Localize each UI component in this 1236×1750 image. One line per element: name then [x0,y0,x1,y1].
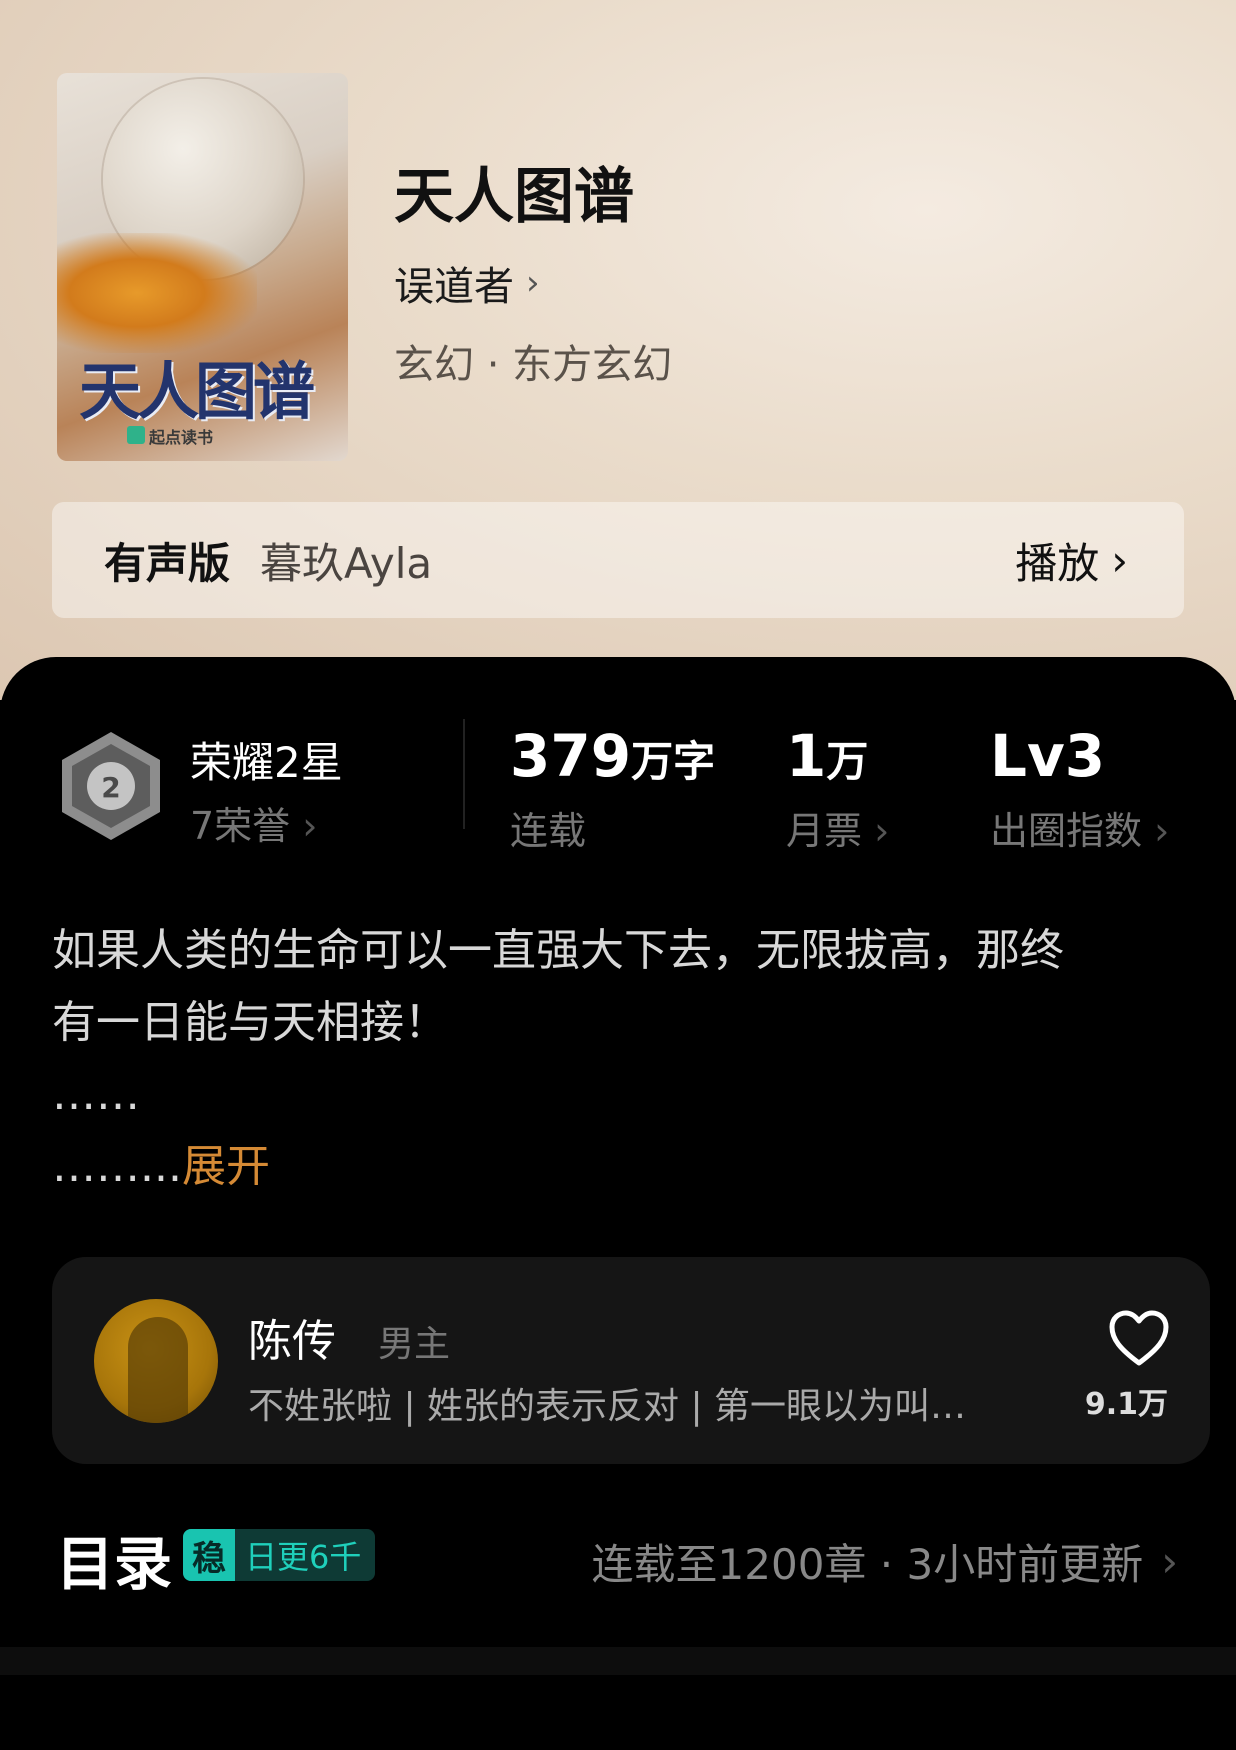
heart-icon[interactable] [1108,1309,1170,1369]
monthly-tickets-unit: 万 [826,737,869,786]
chevron-right-icon: › [862,809,890,853]
book-cover[interactable]: 天人图谱 起点读书 [57,73,348,461]
book-header: 天人图谱 起点读书 天人图谱 误道者 › 玄幻 · 东方玄幻 有声版 暮玖Ayl… [0,0,1236,700]
synopsis[interactable]: 如果人类的生命可以一直强大下去，无限拔高，那终 有一日能与天相接！ …… …….… [52,915,1192,1203]
monthly-tickets-stat[interactable]: 1万 月票 › [786,722,889,855]
table-of-contents-row[interactable]: 目录 稳 日更6千 连载至1200章 · 3小时前更新 › [0,1517,1236,1627]
popularity-index-value: Lv3 [990,722,1106,790]
character-role: 男主 [378,1324,451,1365]
honor-title: 荣耀2星 [190,738,343,787]
book-details-panel: 2 荣耀2星 7荣誉 › 379万字 连载 1万 月票 › Lv3 出圈指数 ›… [0,657,1236,1750]
cover-publisher: 起点读书 [149,428,214,447]
update-badge: 稳 日更6千 [183,1529,376,1581]
author-link[interactable]: 误道者 › [394,254,540,312]
synopsis-line: …… [52,1069,140,1120]
publisher-logo-icon [127,426,145,444]
character-silhouette [128,1317,188,1423]
chevron-right-icon: › [526,263,540,303]
character-description: 不姓张啦 | 姓张的表示反对 | 第一眼以为叫… [248,1386,967,1427]
honor-link[interactable]: 7荣誉 › [190,795,317,850]
chevron-right-icon: › [1161,1537,1178,1586]
synopsis-line: 如果人类的生命可以一直强大下去，无限拔高，那终 [52,925,1064,976]
play-label: 播放 [1015,538,1100,588]
update-badge-text: 日更6千 [245,1538,362,1576]
popularity-index-label: 出圈指数 [990,809,1143,853]
svg-text:2: 2 [101,771,120,804]
section-divider [0,1647,1236,1675]
cover-fire-art [57,233,257,353]
word-count-stat: 379万字 连载 [510,722,715,855]
monthly-tickets-value: 1 [786,722,827,790]
audio-version-bar[interactable]: 有声版 暮玖Ayla 播放 › [52,502,1184,618]
author-name: 误道者 [394,264,514,310]
character-card[interactable]: 陈传 男主 不姓张啦 | 姓张的表示反对 | 第一眼以为叫… 9.1万 [52,1257,1210,1464]
chevron-right-icon: › [1142,809,1170,853]
synopsis-line: ……... [52,1141,182,1192]
character-avatar [94,1299,218,1423]
book-category: 玄幻 · 东方玄幻 [394,342,673,388]
honor-count: 7荣誉 [190,804,291,848]
chevron-right-icon: › [1111,535,1128,585]
word-count-unit: 万字 [631,737,716,786]
stable-update-icon: 稳 [183,1529,235,1581]
popularity-index-stat[interactable]: Lv3 出圈指数 › [990,722,1169,855]
toc-status: 连载至1200章 · 3小时前更新 [591,1540,1144,1589]
synopsis-line: 有一日能与天相接！ [52,997,448,1048]
honor-badge-icon: 2 [62,732,160,840]
audio-narrator: 暮玖Ayla [260,538,433,588]
monthly-tickets-label: 月票 [786,809,863,853]
stats-divider [463,719,465,829]
word-count-value: 379 [510,722,632,790]
toc-info: 连载至1200章 · 3小时前更新 › [592,1531,1178,1592]
audio-label: 有声版 [104,538,231,588]
chevron-right-icon: › [302,804,318,848]
book-title: 天人图谱 [394,162,634,232]
cover-title: 天人图谱 [79,355,315,428]
expand-button[interactable]: 展开 [182,1141,270,1192]
word-count-label: 连载 [510,809,587,853]
character-name: 陈传 [248,1316,336,1367]
play-button[interactable]: 播放 › [1015,530,1128,591]
character-likes: 9.1万 [1084,1387,1168,1422]
toc-title: 目录 [56,1530,173,1598]
